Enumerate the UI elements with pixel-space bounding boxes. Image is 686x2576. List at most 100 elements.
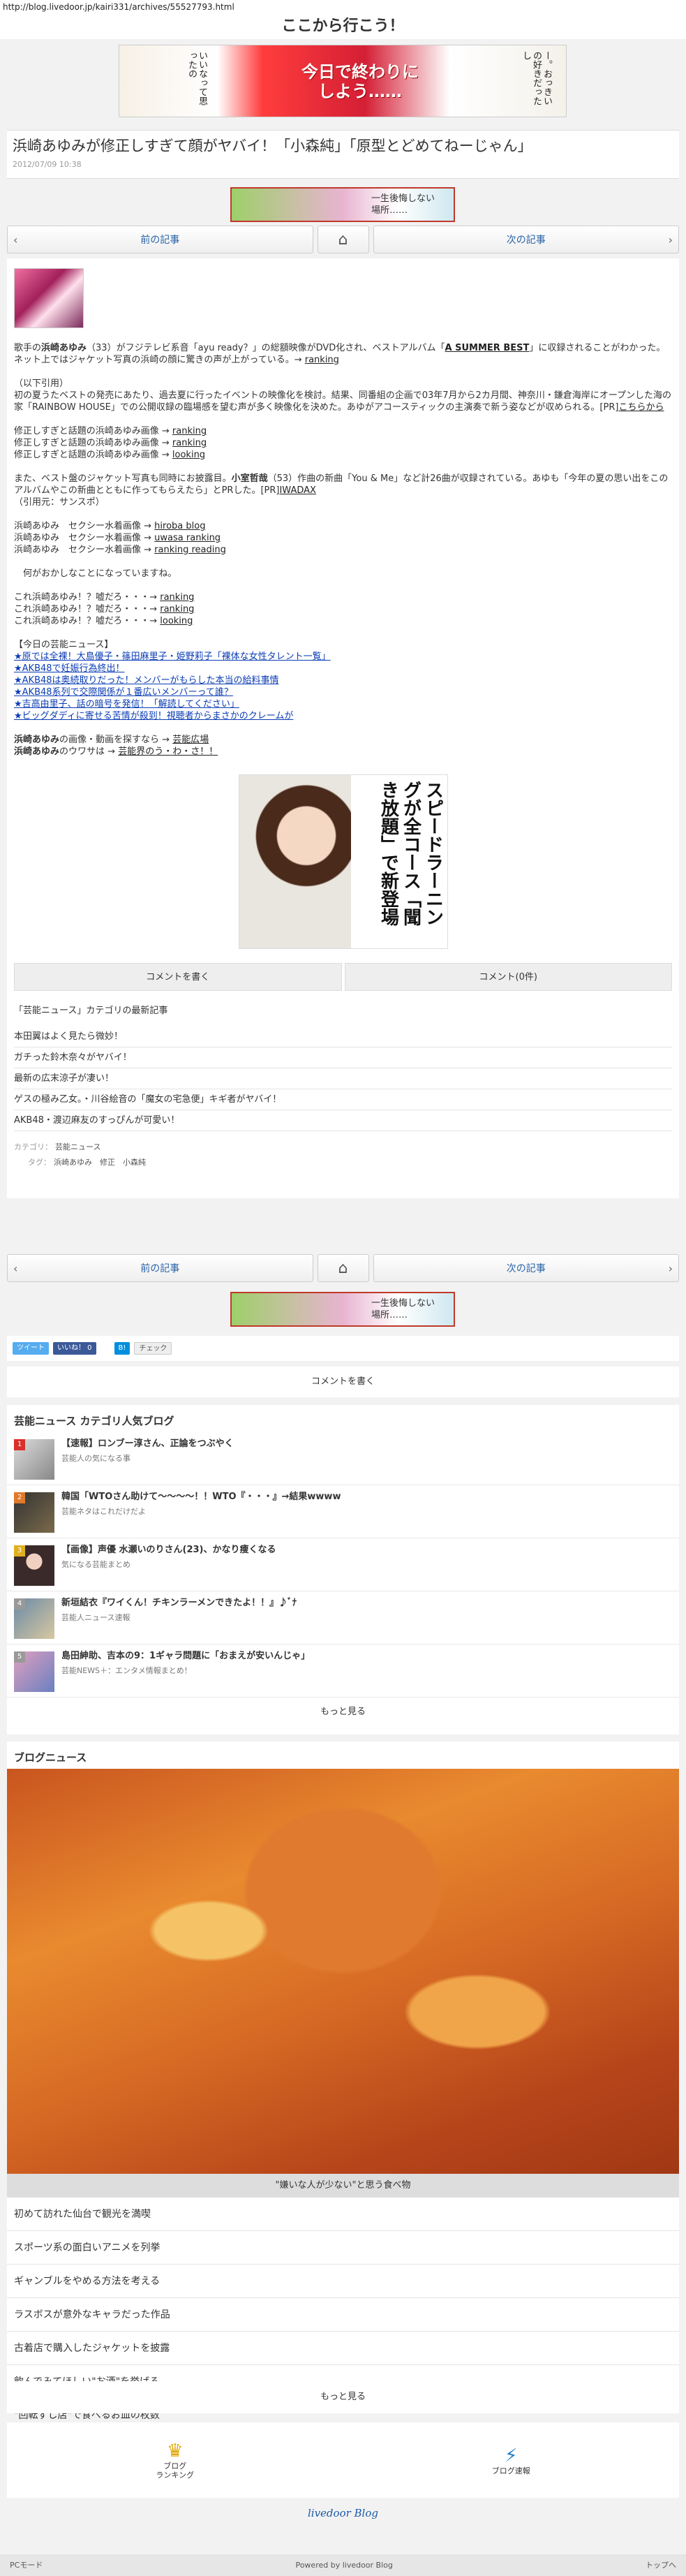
ranking-link[interactable]: ranking: [172, 438, 207, 448]
mixi-check-button[interactable]: チェック: [134, 1342, 172, 1355]
category-article-link[interactable]: ゲスの極み乙女。・川谷絵音の「魔女の宅急便」キギ者がヤバイ！: [14, 1089, 672, 1110]
popular-thumb: 5: [14, 1651, 54, 1692]
hot-news-link[interactable]: ★AKB48系列で交際関係が１番広いメンバーって誰？: [14, 686, 672, 698]
category-article-link[interactable]: 最新の広末涼子が凄い！: [14, 1068, 672, 1089]
tag-links[interactable]: 浜崎あゆみ 修正 小森純: [54, 1158, 146, 1167]
popular-item[interactable]: 4 新垣結衣『ワイくん！チキンラーメンできたよ！！』♪ﾞﾅ 芸能人ニュース速報: [7, 1591, 679, 1644]
ranking-link[interactable]: looking: [160, 616, 193, 626]
news-item[interactable]: ラスボスが意外なキャラだった作品: [7, 2298, 679, 2332]
hot-news-link[interactable]: ★吉高由里子、話の暗号を発信！「解読してください」: [14, 698, 672, 710]
prev-article-button[interactable]: ‹ 前の記事: [7, 226, 313, 253]
news-more-link[interactable]: もっと見る: [7, 2381, 679, 2413]
home-button[interactable]: ⌂: [317, 1254, 369, 1282]
chevron-left-icon: ‹: [13, 1261, 18, 1275]
powered-by: Powered by livedoor Blog: [295, 2561, 393, 2570]
related-link[interactable]: 芸能広場: [172, 735, 209, 745]
pc-mode-link[interactable]: PCモード: [10, 2554, 43, 2576]
tag-meta: タグ： 浜崎あゆみ 修正 小森純: [28, 1158, 146, 1167]
popular-heading: 芸能ニュース カテゴリ人気ブログ: [14, 1415, 174, 1427]
popular-blogs: 芸能ニュース カテゴリ人気ブログ 1 【速報】ロンブー淳さん、正論をつぶやく 芸…: [7, 1405, 679, 1735]
category-article-link[interactable]: 本田翼はよく見たら微妙！: [14, 1026, 672, 1047]
banner-main-text: 今日で終わりに しよう……: [301, 62, 419, 101]
blog-news-link[interactable]: ⚡ ブログ速報: [343, 2422, 680, 2498]
blog-ranking-link[interactable]: ♛ ブログ ランキング: [7, 2422, 343, 2498]
paragraph-7: これ浜崎あゆみ！？嘘だろ・・・→ ranking これ浜崎あゆみ！？嘘だろ・・・…: [14, 592, 195, 626]
hatena-bookmark-button[interactable]: B!: [114, 1342, 131, 1355]
paragraph-6: 何がおかしなことになっていますね。: [14, 568, 177, 579]
comment-count-button[interactable]: コメント(0件): [344, 963, 672, 991]
category-article-link[interactable]: ガチった鈴木奈々がヤバイ！: [14, 1047, 672, 1068]
popular-item[interactable]: 1 【速報】ロンブー淳さん、正論をつぶやく 芸能人の気になる事: [7, 1432, 679, 1485]
prev-article-button[interactable]: ‹ 前の記事: [7, 1254, 313, 1282]
pr-link[interactable]: IWADAX: [279, 485, 315, 496]
chevron-right-icon: ›: [668, 1261, 673, 1275]
news-item[interactable]: ギャンブルをやめる方法を考える: [7, 2265, 679, 2298]
top-banner-ad[interactable]: いいなって思ったの 今日で終わりに しよう…… ー。おっきいの好きだったし: [119, 45, 567, 117]
home-button[interactable]: ⌂: [317, 226, 369, 253]
ranking-link[interactable]: looking: [172, 450, 205, 460]
popular-item[interactable]: 2 韓国「WTOさん助けて〜〜〜〜！！WTO『・・・』→結果wwww 芸能ネタは…: [7, 1485, 679, 1538]
related-link[interactable]: 芸能界のう・わ・さ！！: [118, 746, 218, 757]
home-icon: ⌂: [338, 230, 348, 249]
next-article-button[interactable]: 次の記事 ›: [373, 1254, 679, 1282]
home-icon: ⌂: [338, 1259, 348, 1277]
category-meta: カテゴリ： 芸能ニュース: [14, 1142, 101, 1151]
popular-thumb: 2: [14, 1492, 54, 1533]
banner-left-text: いいなって思ったの: [186, 51, 207, 105]
ranking-link[interactable]: ranking: [160, 592, 194, 603]
popular-more-link[interactable]: もっと見る: [7, 1698, 679, 1727]
next-label: 次の記事: [506, 235, 546, 246]
popular-item[interactable]: 3 【画像】声優 水瀬いのりさん(23)、かなり痩くなる 気になる芸能まとめ: [7, 1538, 679, 1591]
to-top-link[interactable]: トップへ: [646, 2554, 676, 2576]
paragraph-5: 浜崎あゆみ セクシー水着画像 → hiroba blog 浜崎あゆみ セクシー水…: [14, 521, 226, 555]
blog-link[interactable]: ranking reading: [154, 545, 226, 555]
speedlearning-ad[interactable]: スピードラーニングが全コース「聞き放題」で新登場: [238, 774, 448, 949]
ranking-link[interactable]: ranking: [305, 355, 339, 365]
news-feature-image[interactable]: [7, 1769, 679, 2174]
banner-right-text: ー。おっきいの好きだったし: [521, 51, 552, 105]
article-nav-top: ‹ 前の記事 ⌂ 次の記事 ›: [7, 226, 679, 253]
write-comment-bar[interactable]: コメントを書く: [7, 1367, 679, 1397]
prev-label: 前の記事: [140, 235, 180, 246]
paragraph-2: （以下引用） 初の夏うたベストの発売にあたり、過去夏に行ったイベントの映像化を検…: [14, 378, 672, 413]
popular-item[interactable]: 5 島田紳助、吉本の9：1ギャラ問題に「おまえが安いんじゃ」 芸能NEWS＋：エ…: [7, 1644, 679, 1698]
next-article-button[interactable]: 次の記事 ›: [373, 226, 679, 253]
url-bar: http://blog.livedoor.jp/kairi331/archive…: [0, 0, 686, 14]
blog-link[interactable]: hiroba blog: [154, 521, 205, 531]
tweet-button[interactable]: ツイート: [13, 1342, 49, 1355]
ad-banner-1[interactable]: 一生後悔しない 場所……: [230, 187, 455, 222]
write-comment-button[interactable]: コメントを書く: [14, 963, 342, 991]
news-item[interactable]: 古着店で購入したジャケットを披露: [7, 2332, 679, 2365]
article-thumbnail: [14, 268, 84, 328]
hot-news-link[interactable]: ★原では全裸！大島優子・篠田麻里子・姫野莉子「裸体な女性タレント一覧」: [14, 651, 672, 663]
category-link[interactable]: 芸能ニュース: [55, 1142, 100, 1151]
blog-news: ブログニュース "嫌いな人が少ない"と思う食べ物 初めて訪れた仙台で観光を満喫 …: [7, 1742, 679, 2432]
chevron-right-icon: ›: [668, 233, 673, 246]
category-heading: 「芸能ニュース」カテゴリの最新記事: [14, 1006, 168, 1016]
site-title[interactable]: ここから行こう！: [0, 14, 686, 39]
facebook-like-button[interactable]: いいね！ 0: [53, 1342, 96, 1355]
news-item[interactable]: スポーツ系の面白いアニメを列挙: [7, 2231, 679, 2265]
ad-banner-2[interactable]: 一生後悔しない 場所……: [230, 1292, 455, 1327]
hot-news-link[interactable]: ★AKB48で妊娠行為終出！: [14, 663, 672, 675]
news-feature-caption[interactable]: "嫌いな人が少ない"と思う食べ物: [7, 2174, 679, 2198]
hot-news-heading: 【今日の芸能ニュース】: [14, 640, 114, 650]
article-date: 2012/07/09 10:38: [13, 160, 82, 169]
ad-photo-text: スピードラーニングが全コース「聞き放題」で新登場: [378, 781, 444, 926]
pr-link[interactable]: こちらから: [618, 402, 664, 413]
ranking-link[interactable]: ranking: [172, 426, 207, 436]
ad-photo-image: [239, 775, 351, 948]
hot-news-link[interactable]: ★AKB48は奥続取りだった！メンバーがもらした本当の給料事情: [14, 675, 672, 686]
blog-link[interactable]: uwasa ranking: [154, 533, 221, 543]
news-heading: ブログニュース: [14, 1751, 87, 1764]
category-article-link[interactable]: AKB48・渡辺麻友のすっぴんが可愛い！: [14, 1110, 672, 1131]
hot-news-link[interactable]: ★ビッグダディに寄せる苦情が殺到！視聴者からまさかのクレームが: [14, 710, 672, 722]
ranking-link[interactable]: ranking: [160, 604, 194, 614]
livedoor-blog-logo[interactable]: livedoor Blog: [0, 2507, 686, 2519]
article-title[interactable]: 浜崎あゆみが修正しすぎて顔がヤバイ！「小森純」「原型とどめてねーじゃん」: [13, 136, 673, 156]
bottom-bar: PCモード Powered by livedoor Blog トップへ: [0, 2554, 686, 2576]
news-item[interactable]: 初めて訪れた仙台で観光を満喫: [7, 2198, 679, 2231]
next-label: 次の記事: [506, 1263, 546, 1274]
paragraph-3: 修正しすぎと話題の浜崎あゆみ画像 → ranking 修正しすぎと話題の浜崎あゆ…: [14, 426, 207, 460]
album-link[interactable]: A SUMMER BEST: [445, 343, 530, 353]
